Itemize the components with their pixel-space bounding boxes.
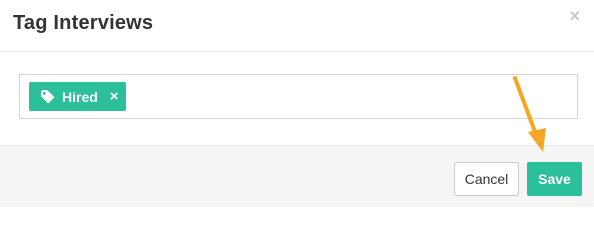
cancel-button[interactable]: Cancel xyxy=(454,162,519,196)
tag-interviews-dialog: Tag Interviews × Hired × Cancel Save xyxy=(0,0,594,207)
dialog-footer: Cancel Save xyxy=(0,145,594,207)
tag-input[interactable]: Hired × xyxy=(19,74,578,119)
dialog-title: Tag Interviews xyxy=(13,12,154,34)
save-button[interactable]: Save xyxy=(527,162,582,196)
tag-label: Hired xyxy=(62,88,98,105)
close-icon[interactable]: × xyxy=(569,6,580,27)
dialog-header: Tag Interviews × xyxy=(0,0,594,52)
tag-icon xyxy=(41,89,55,103)
tag-chip-hired: Hired × xyxy=(29,82,126,111)
remove-tag-icon[interactable]: × xyxy=(110,89,119,104)
dialog-body: Hired × xyxy=(0,52,594,145)
